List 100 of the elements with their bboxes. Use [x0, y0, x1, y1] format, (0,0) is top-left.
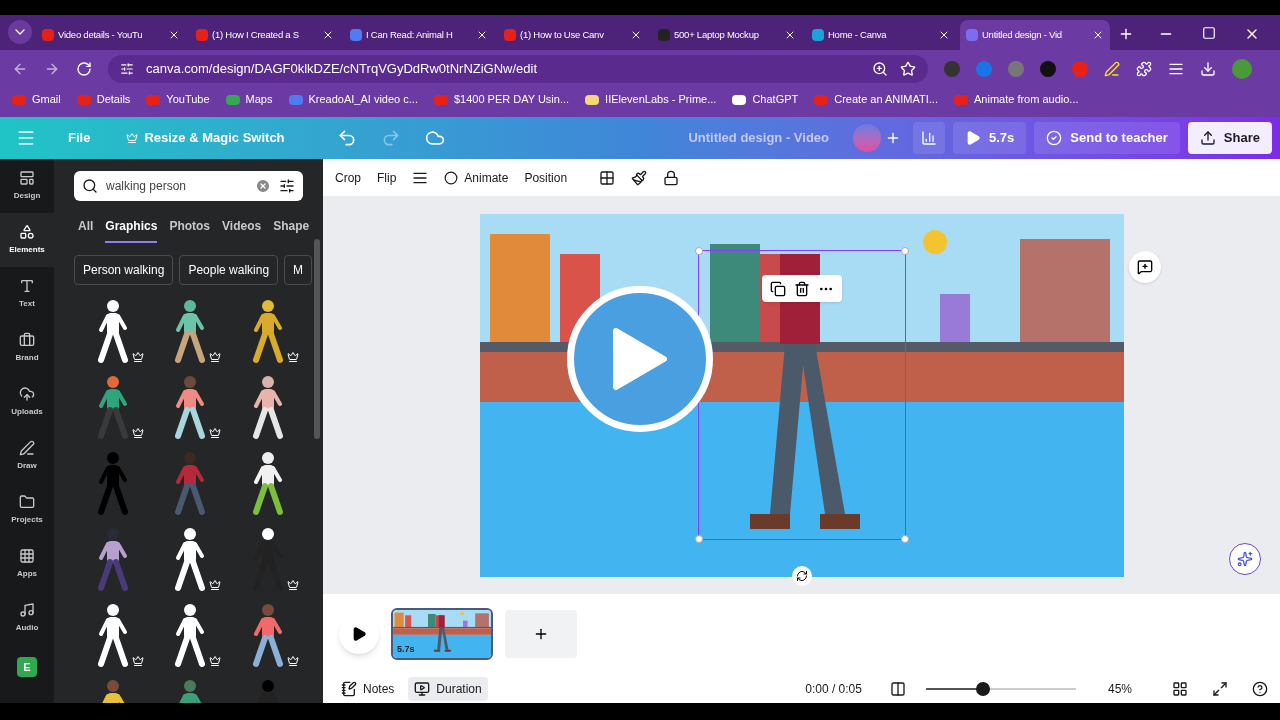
send-to-teacher-button[interactable]: Send to teacher: [1034, 122, 1180, 154]
panel-tab[interactable]: All: [78, 217, 94, 243]
favicon-icon: [76, 94, 91, 105]
fullscreen-icon[interactable]: [1212, 680, 1228, 697]
pen-icon[interactable]: [1104, 60, 1120, 77]
download-icon[interactable]: [1200, 60, 1216, 77]
notes-button[interactable]: Notes: [335, 676, 401, 701]
timeline-clip[interactable]: 5.7s: [391, 608, 493, 660]
filter-icon[interactable]: [279, 178, 295, 194]
panel-tab[interactable]: Photos: [169, 217, 211, 243]
resize-handle[interactable]: [695, 247, 703, 255]
address-bar[interactable]: canva.com/design/DAGF0klkDZE/cNTrqVGyDdRw0tNrNZiGNw/edit: [108, 54, 928, 83]
comment-button[interactable]: [1129, 251, 1161, 283]
resize-handle[interactable]: [901, 247, 909, 255]
resize-handle[interactable]: [695, 535, 703, 543]
close-icon[interactable]: [476, 29, 488, 41]
bookmark-item[interactable]: Maps: [225, 91, 273, 108]
browser-tab[interactable]: 500+ Laptop Mockup: [652, 20, 802, 50]
zoom-percent[interactable]: 45%: [1107, 679, 1132, 698]
duration-button[interactable]: Duration: [408, 676, 488, 701]
rail-item[interactable]: Text: [0, 267, 54, 321]
search-value: walking person: [106, 178, 188, 195]
panel-tab[interactable]: Shape: [273, 217, 310, 243]
grid-view-icon[interactable]: [1172, 680, 1188, 697]
browser-tab[interactable]: (1) How to Use Canv: [498, 20, 648, 50]
scrollbar[interactable]: [314, 239, 320, 439]
play-icon: [351, 626, 367, 642]
zoom-thumb[interactable]: [975, 681, 990, 696]
rail-item[interactable]: Uploads: [0, 375, 54, 429]
tab-list-button[interactable]: [8, 20, 32, 44]
browser-tab[interactable]: (1) How I Created a S: [190, 20, 340, 50]
zoom-slider[interactable]: [925, 687, 1076, 690]
rail-item[interactable]: Brand: [0, 321, 54, 375]
add-comment-icon: [1137, 259, 1153, 275]
crown-icon: [209, 351, 222, 363]
bookmark-item[interactable]: KreadoAI_AI video c...: [288, 91, 418, 108]
new-tab-icon[interactable]: [1118, 26, 1134, 42]
search-field[interactable]: walking person: [74, 171, 303, 201]
suggestion-chip[interactable]: M: [284, 255, 313, 285]
bookmark-item[interactable]: Details: [76, 91, 131, 108]
reload-icon[interactable]: [76, 60, 92, 77]
rail-item[interactable]: Design: [0, 159, 54, 213]
close-icon[interactable]: [322, 29, 334, 41]
browser-tab[interactable]: Untitled design - Vid: [960, 20, 1110, 50]
toolbar-button[interactable]: Flip: [377, 168, 397, 187]
toolbar-button[interactable]: Crop: [335, 168, 361, 187]
close-icon[interactable]: [784, 29, 796, 41]
resize-handle[interactable]: [901, 535, 909, 543]
rotate-icon[interactable]: [792, 566, 812, 586]
bookmark-item[interactable]: Animate from audio...: [954, 91, 1079, 108]
play-button[interactable]: [339, 614, 379, 654]
rail-item[interactable]: Elements: [0, 213, 54, 267]
close-icon[interactable]: [1092, 29, 1104, 41]
add-collaborator-icon[interactable]: [885, 130, 901, 146]
page-view-icon[interactable]: [889, 680, 906, 697]
maximize-icon[interactable]: [1202, 26, 1216, 40]
crown-icon: [287, 655, 299, 667]
tab-title: Video details - YouTu: [58, 27, 144, 42]
suggestion-chip[interactable]: People walking: [179, 255, 279, 285]
extension-icon[interactable]: [1040, 60, 1056, 77]
undo-icon[interactable]: [336, 128, 357, 148]
panel-tab[interactable]: Graphics: [105, 217, 158, 243]
panel-tab[interactable]: Videos: [222, 217, 262, 243]
bookmark-item[interactable]: ChatGPT: [732, 91, 799, 108]
paint-roller-icon[interactable]: [631, 169, 648, 186]
zoom-icon[interactable]: [872, 60, 888, 77]
duplicate-icon[interactable]: [770, 280, 786, 297]
rail-item[interactable]: Projects: [0, 483, 54, 537]
lock-icon[interactable]: [663, 169, 680, 186]
play-icon: [612, 327, 668, 391]
share-button[interactable]: Share: [1187, 122, 1272, 154]
cloud-saved-icon[interactable]: [424, 128, 445, 148]
toolbar-button[interactable]: Position: [524, 168, 568, 187]
favicon-icon: [288, 94, 303, 105]
magic-button[interactable]: [1229, 543, 1261, 575]
present-button[interactable]: 5.7s: [953, 122, 1027, 154]
bookmark-item[interactable]: $1400 PER DAY Usin...: [433, 91, 570, 108]
browser-tab[interactable]: Home - Canva: [806, 20, 956, 50]
browser-tab[interactable]: I Can Read: Animal H: [344, 20, 494, 50]
rail-item[interactable]: Apps: [0, 537, 54, 591]
close-icon[interactable]: [938, 29, 950, 41]
bookmark-item[interactable]: IIElevenLabs - Prime...: [585, 91, 717, 108]
insights-button[interactable]: [913, 122, 945, 154]
close-icon[interactable]: [168, 29, 180, 41]
help-icon[interactable]: [1252, 680, 1268, 697]
suggestion-chip[interactable]: Person walking: [74, 255, 174, 285]
rail-item[interactable]: Audio: [0, 591, 54, 645]
browser-tab[interactable]: Video details - YouTu: [36, 20, 186, 50]
clear-icon[interactable]: [255, 178, 271, 194]
toolbar-button[interactable]: Animate: [444, 168, 509, 187]
bookmark-item[interactable]: YouTube: [146, 91, 210, 108]
extensions-icon[interactable]: [1136, 60, 1152, 77]
rail-icon: [19, 170, 35, 186]
bookmark-item[interactable]: Create an ANIMATI...: [814, 91, 938, 108]
bookmark-star-icon[interactable]: [900, 60, 916, 77]
rail-item[interactable]: Draw: [0, 429, 54, 483]
transparency-icon[interactable]: [599, 169, 616, 186]
delete-icon[interactable]: [794, 280, 810, 297]
close-icon[interactable]: [630, 29, 642, 41]
bookmark-item[interactable]: Gmail: [12, 91, 61, 108]
